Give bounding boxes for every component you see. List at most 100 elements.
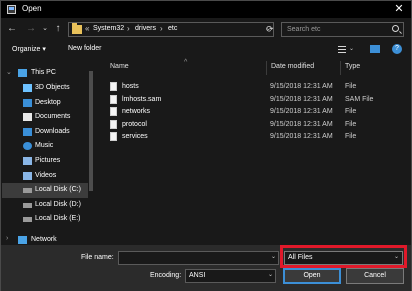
sidebar-item-label: Network bbox=[31, 236, 57, 243]
chevron-down-icon[interactable]: ⌄ bbox=[271, 253, 276, 260]
chevron-down-icon[interactable]: ⌄ bbox=[268, 271, 273, 278]
navigation-bar: ← → ⌄ ↑ « System32 › drivers › etc ⌄ ⟳ S… bbox=[1, 18, 411, 40]
network-icon bbox=[18, 236, 27, 244]
open-dialog: Open ✕ ← → ⌄ ↑ « System32 › drivers › et… bbox=[0, 0, 412, 291]
column-divider[interactable] bbox=[266, 61, 267, 75]
title-bar: Open ✕ bbox=[1, 1, 411, 18]
preview-pane-icon[interactable] bbox=[370, 45, 380, 53]
file-type: SAM File bbox=[345, 96, 374, 103]
chevron-down-icon[interactable]: ⌄ bbox=[6, 68, 12, 76]
file-row[interactable]: lmhosts.sam 9/15/2018 12:31 AM SAM File bbox=[110, 94, 400, 106]
column-header-name[interactable]: Name bbox=[110, 63, 129, 70]
command-bar: Organize ▾ New folder ⌄ ? bbox=[1, 41, 411, 60]
desktop-icon bbox=[23, 99, 32, 107]
column-header-date-modified[interactable]: Date modified bbox=[271, 63, 314, 70]
sidebar-item-desktop[interactable]: Desktop bbox=[2, 96, 94, 111]
computer-icon bbox=[18, 69, 27, 77]
recent-locations-button[interactable]: ⌄ bbox=[39, 23, 51, 35]
back-button[interactable]: ← bbox=[6, 23, 18, 35]
3d-objects-icon bbox=[23, 84, 32, 92]
breadcrumb-drivers[interactable]: drivers bbox=[135, 25, 156, 32]
breadcrumb-separator: › bbox=[127, 24, 130, 33]
pictures-icon bbox=[23, 157, 32, 165]
disk-icon bbox=[23, 188, 32, 193]
window-title: Open bbox=[22, 4, 42, 13]
sidebar-item-documents[interactable]: Documents bbox=[2, 110, 94, 125]
file-date: 9/15/2018 12:31 AM bbox=[270, 121, 333, 128]
file-date: 9/15/2018 12:31 AM bbox=[270, 96, 333, 103]
breadcrumb-system32[interactable]: System32 bbox=[93, 25, 124, 32]
file-name: networks bbox=[122, 108, 151, 115]
sidebar-scrollbar[interactable] bbox=[88, 61, 94, 221]
search-placeholder: Search etc bbox=[287, 26, 321, 33]
sidebar-item-label: Music bbox=[35, 142, 54, 149]
file-row[interactable]: networks 9/15/2018 12:31 AM File bbox=[110, 106, 400, 118]
file-name-label: File name: bbox=[81, 254, 114, 261]
file-row[interactable]: hosts 9/15/2018 12:31 AM File bbox=[110, 81, 400, 93]
sidebar-item-local-disk-c[interactable]: Local Disk (C:) bbox=[2, 183, 94, 198]
file-name: lmhosts.sam bbox=[122, 96, 162, 103]
sidebar-item-label: Pictures bbox=[35, 157, 61, 164]
file-name: protocol bbox=[122, 121, 147, 128]
sidebar-item-label: Downloads bbox=[35, 128, 70, 135]
address-bar[interactable]: « System32 › drivers › etc ⌄ bbox=[68, 22, 274, 37]
file-list: ^ Name Date modified Type hosts 9/15/201… bbox=[96, 59, 410, 245]
sidebar-item-music[interactable]: Music bbox=[2, 139, 94, 154]
file-row[interactable]: protocol 9/15/2018 12:31 AM File bbox=[110, 119, 400, 131]
up-button[interactable]: ↑ bbox=[52, 23, 64, 35]
new-folder-button[interactable]: New folder bbox=[68, 45, 101, 52]
sidebar-item-label: Local Disk (E:) bbox=[35, 215, 81, 222]
disk-icon bbox=[23, 217, 32, 222]
scrollbar-thumb[interactable] bbox=[89, 71, 93, 191]
sidebar-item-label: Documents bbox=[35, 113, 71, 120]
breadcrumb-overflow[interactable]: « bbox=[85, 24, 89, 33]
cancel-button[interactable]: Cancel bbox=[346, 268, 404, 284]
encoding-value: ANSI bbox=[189, 272, 206, 279]
file-name: services bbox=[122, 133, 148, 140]
sort-ascending-icon: ^ bbox=[184, 59, 188, 66]
chevron-right-icon[interactable]: › bbox=[6, 235, 8, 242]
sidebar-item-videos[interactable]: Videos bbox=[2, 169, 94, 184]
close-button[interactable]: ✕ bbox=[391, 2, 407, 17]
encoding-select[interactable]: ANSI ⌄ bbox=[185, 269, 276, 283]
search-box[interactable]: Search etc bbox=[281, 22, 404, 37]
open-button[interactable]: Open bbox=[283, 268, 341, 284]
help-icon[interactable]: ? bbox=[392, 44, 402, 54]
file-type: File bbox=[345, 121, 357, 128]
sidebar-item-local-disk-d[interactable]: Local Disk (D:) bbox=[2, 198, 94, 213]
column-header-type[interactable]: Type bbox=[345, 63, 360, 70]
sidebar-item-downloads[interactable]: Downloads bbox=[2, 125, 94, 140]
sidebar-item-this-pc[interactable]: ⌄ This PC bbox=[2, 66, 94, 81]
file-type: File bbox=[345, 108, 357, 115]
sidebar-item-local-disk-e[interactable]: Local Disk (E:) bbox=[2, 212, 94, 227]
disk-icon bbox=[23, 203, 32, 208]
file-icon bbox=[110, 132, 117, 141]
videos-icon bbox=[23, 172, 32, 180]
column-divider[interactable] bbox=[340, 61, 341, 75]
app-icon bbox=[7, 5, 16, 14]
documents-icon bbox=[23, 113, 32, 121]
sidebar-item-label: Desktop bbox=[35, 99, 61, 106]
sidebar-item-label: This PC bbox=[31, 69, 56, 76]
downloads-icon bbox=[23, 128, 32, 136]
view-dropdown-icon[interactable]: ⌄ bbox=[349, 45, 354, 52]
file-icon bbox=[110, 120, 117, 129]
file-name: hosts bbox=[122, 83, 139, 90]
forward-button[interactable]: → bbox=[25, 23, 37, 35]
sidebar-item-label: 3D Objects bbox=[35, 84, 70, 91]
file-name-input[interactable]: ⌄ bbox=[118, 251, 279, 265]
file-date: 9/15/2018 12:31 AM bbox=[270, 108, 333, 115]
file-date: 9/15/2018 12:31 AM bbox=[270, 133, 333, 140]
sidebar-item-pictures[interactable]: Pictures bbox=[2, 154, 94, 169]
view-options-icon[interactable] bbox=[338, 46, 346, 53]
file-row[interactable]: services 9/15/2018 12:31 AM File bbox=[110, 131, 400, 143]
sidebar-item-network[interactable]: › Network bbox=[2, 233, 94, 245]
sidebar-item-label: Local Disk (C:) bbox=[35, 186, 81, 193]
refresh-button[interactable]: ⟳ bbox=[266, 24, 274, 35]
sidebar-item-3d-objects[interactable]: 3D Objects bbox=[2, 81, 94, 96]
breadcrumb-separator: › bbox=[160, 24, 163, 33]
organize-button[interactable]: Organize ▾ bbox=[12, 45, 46, 53]
file-icon bbox=[110, 107, 117, 116]
breadcrumb-etc[interactable]: etc bbox=[168, 25, 177, 32]
file-type: File bbox=[345, 133, 357, 140]
